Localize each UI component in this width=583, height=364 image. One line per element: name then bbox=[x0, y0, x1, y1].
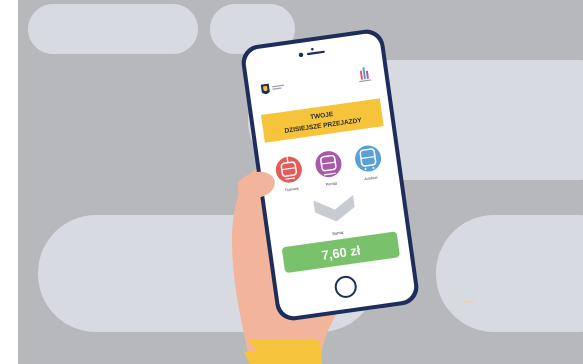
scene-svg: TWOJE DZISIEJSZE PRZEJAZDY Tramwaj Pocią… bbox=[0, 0, 583, 364]
cloud-bottom-right bbox=[436, 215, 583, 332]
illustration-scene: TWOJE DZISIEJSZE PRZEJAZDY Tramwaj Pocią… bbox=[0, 0, 583, 364]
cloud-top-left bbox=[28, 4, 198, 54]
